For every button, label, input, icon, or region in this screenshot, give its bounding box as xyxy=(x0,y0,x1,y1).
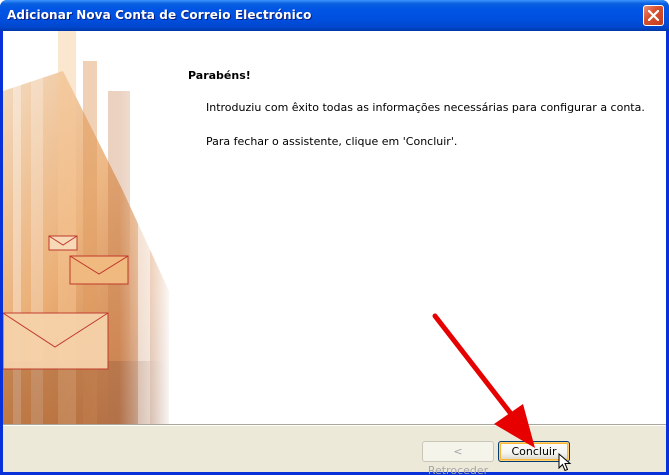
envelope-icon xyxy=(48,235,78,251)
close-icon xyxy=(648,10,659,21)
dialog-window: Adicionar Nova Conta de Correio Electrón… xyxy=(0,0,669,475)
window-title: Adicionar Nova Conta de Correio Electrón… xyxy=(7,8,312,22)
back-button[interactable]: < Retroceder xyxy=(422,441,494,475)
footer-separator xyxy=(3,424,666,426)
wizard-content: Parabéns! Introduziu com êxito todas as … xyxy=(3,31,666,424)
wizard-side-illustration xyxy=(3,31,169,424)
success-message: Introduziu com êxito todas as informaçõe… xyxy=(206,101,645,114)
close-instruction: Para fechar o assistente, clique em 'Con… xyxy=(206,135,458,148)
success-heading: Parabéns! xyxy=(188,69,251,82)
title-bar[interactable]: Adicionar Nova Conta de Correio Electrón… xyxy=(0,0,669,31)
dialog-client-area: Parabéns! Introduziu com êxito todas as … xyxy=(3,31,666,475)
mouse-pointer-icon xyxy=(558,453,572,472)
close-button[interactable] xyxy=(643,5,664,26)
